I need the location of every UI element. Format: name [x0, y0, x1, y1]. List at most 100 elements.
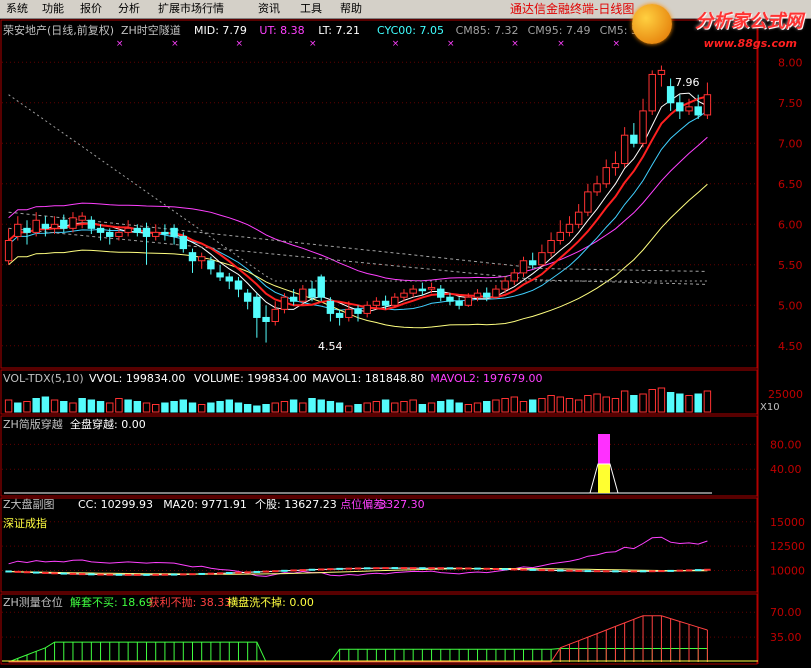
channel-bands	[7, 92, 708, 329]
volume-bar	[87, 399, 96, 413]
volume-bar	[372, 401, 381, 413]
volume-bar	[69, 402, 77, 413]
candle-body	[326, 300, 335, 314]
volume-bar	[437, 401, 445, 413]
volume-bar	[602, 396, 610, 413]
volume-bar	[528, 399, 537, 413]
volume-bar	[409, 399, 417, 413]
volume-bar	[510, 396, 519, 413]
candle-body	[317, 276, 325, 298]
market-tick-label: 10000	[770, 565, 805, 578]
panel-frame	[0, 19, 758, 369]
signal-marker-icon: ×	[612, 39, 620, 49]
candle-body	[50, 223, 59, 229]
candle-body	[492, 288, 500, 298]
candle-body	[170, 227, 178, 237]
volume-title: VOL-TDX(5,10)	[3, 372, 84, 385]
market-tick-bar	[318, 568, 325, 571]
candle-body	[197, 256, 206, 262]
market-tick-bar	[124, 573, 132, 576]
market-tick-bar	[575, 569, 582, 572]
volume-bar	[271, 402, 279, 413]
market-tick-bar	[557, 569, 564, 572]
candle-body	[473, 292, 482, 298]
market-tick-bar	[189, 573, 196, 576]
market-tick-bar	[106, 573, 113, 576]
candle-body	[685, 106, 693, 112]
signal-marker-icon: ×	[171, 39, 179, 49]
market-tick-bar	[78, 573, 86, 576]
upper-band-line	[8, 136, 708, 282]
market-tick-bar	[134, 573, 141, 576]
market-tick-bar	[547, 569, 555, 572]
volume-bar	[483, 401, 491, 413]
market-tick-bar	[483, 567, 490, 570]
market-params: CC: 10299.93 MA20: 9771.91 个股: 13627.23 点位偏…	[78, 497, 425, 511]
candle-body	[483, 292, 491, 298]
position-tick-label: 70.00	[770, 606, 802, 619]
market-tick-bar	[345, 567, 353, 570]
market-tick-bar	[226, 572, 233, 575]
param-label: MAVOL2: 197679.00	[430, 372, 542, 385]
market-tick-bar	[428, 567, 435, 570]
candle-body	[519, 260, 528, 274]
candle-body	[372, 300, 381, 306]
market-tick-bar	[180, 573, 187, 576]
candle-body	[648, 73, 656, 112]
candle-body	[289, 296, 298, 302]
volume-unit: X10	[760, 402, 780, 413]
volume-bar	[464, 404, 473, 413]
candle-body	[556, 231, 565, 241]
param-label: VVOL: 199834.00	[89, 372, 185, 385]
param-label: 获利不抛: 38.33	[149, 595, 232, 609]
volume-bar	[666, 392, 675, 413]
cross-params: 全盘穿越: 0.00	[70, 417, 146, 431]
candle-body	[565, 223, 574, 233]
market-tick-bar	[170, 573, 178, 576]
volume-bar	[519, 401, 528, 413]
volume-bar	[584, 395, 592, 413]
volume-bar	[197, 404, 206, 413]
volume-bar	[253, 405, 261, 413]
market-tick-bar	[694, 569, 702, 572]
volume-bar	[455, 402, 463, 413]
candle-body	[234, 280, 243, 290]
market-tick-bar	[603, 570, 610, 573]
market-tick-bar	[244, 571, 251, 574]
market-tick-bar	[630, 570, 638, 573]
volume-bar	[630, 395, 638, 413]
volume-bar	[556, 396, 565, 413]
volume-bars	[4, 387, 712, 413]
volume-bar	[142, 402, 151, 413]
volume-bar	[234, 402, 243, 413]
candle-body	[262, 316, 270, 323]
market-tick-bar	[465, 567, 472, 570]
stock-chart[interactable]: 8.007.507.006.506.005.505.004.5080.0040.…	[0, 0, 811, 668]
market-tick-label: 15000	[770, 516, 805, 529]
position-lines	[2, 615, 758, 663]
param-label: LT: 7.21	[318, 24, 360, 37]
market-title: Z大盘副图	[3, 497, 55, 511]
price-tick-label: 4.50	[778, 340, 803, 353]
volume-bar	[216, 401, 224, 413]
candle-body	[299, 288, 307, 302]
market-tick-bar	[400, 567, 408, 570]
market-tick-bar	[143, 573, 150, 576]
volume-bar	[326, 401, 335, 413]
volume-bar	[685, 395, 693, 413]
param-label: MA20: 9771.91	[163, 498, 247, 511]
market-tick-bar	[667, 569, 674, 572]
market-tick-bar	[88, 573, 95, 576]
candle-body	[528, 260, 537, 266]
market-tick-bar	[382, 567, 389, 570]
volume-bar	[538, 398, 546, 413]
candle-body	[630, 134, 638, 144]
cross-tick-label: 80.00	[770, 438, 802, 451]
volume-bar	[4, 399, 13, 413]
volume-bar	[96, 401, 105, 413]
candle-body	[4, 240, 13, 262]
volume-bar	[32, 398, 40, 413]
volume-bar	[501, 398, 509, 413]
candle-body	[225, 276, 233, 282]
position-title: ZH测量仓位	[3, 595, 63, 609]
